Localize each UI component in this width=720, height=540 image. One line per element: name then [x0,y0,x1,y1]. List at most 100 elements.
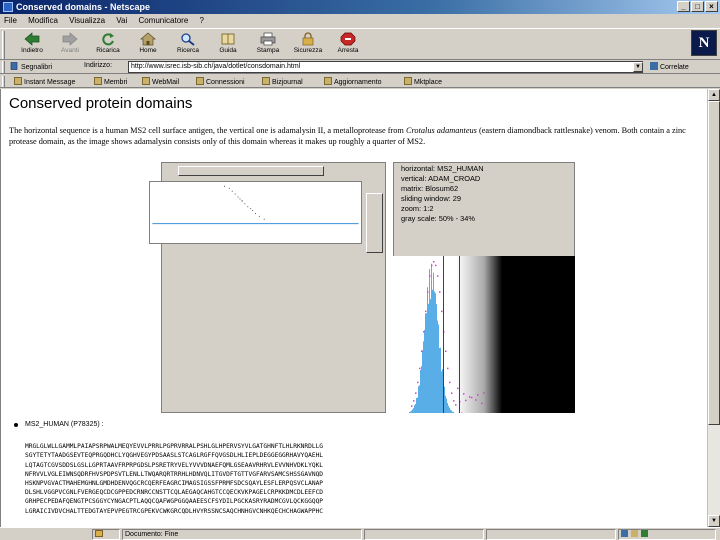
scroll-down-button[interactable]: ▼ [708,515,720,527]
menu-vai[interactable]: Vai [116,16,127,25]
dotplot-hscroll-thumb[interactable] [178,166,324,176]
security-indicator[interactable] [92,529,120,540]
fit-dot [435,264,437,267]
back-button[interactable]: Indietro [14,32,50,60]
page-scroll-thumb[interactable] [708,101,720,425]
fit-dot [465,399,467,402]
home-button[interactable]: Home [130,32,166,60]
bookmark-webmail[interactable]: WebMail [142,77,179,86]
navigator-icon [621,530,628,537]
histogram-bar [417,397,418,413]
url-dropdown-button[interactable]: ▼ [633,62,643,72]
stop-label: Arresta [337,47,359,54]
fit-dot [471,396,473,399]
histogram-bar [411,410,412,413]
histogram-bar [429,269,430,413]
bookmark-page-icon [404,77,412,85]
param-zoom: zoom: 1:2 [401,204,434,213]
personal-grip[interactable] [2,76,5,87]
scroll-up-button[interactable]: ▲ [708,89,720,101]
fit-dot [421,350,423,353]
menu-file[interactable]: File [4,16,17,25]
status-lock-icon [95,530,103,537]
dotplot-vertical-scrollbar[interactable] [364,179,385,412]
histogram-bar [435,293,436,413]
bookmark-aggiornamento[interactable]: Aggiornamento [324,77,381,86]
url-input[interactable]: http://www.isrec.isb-sib.ch/java/dotlet/… [128,61,643,73]
component-bar[interactable] [618,529,716,540]
bookmark-connessioni[interactable]: Connessioni [196,77,245,86]
stop-button[interactable]: Arresta [330,32,366,60]
histogram-bar [431,263,432,413]
menu-comunicatore[interactable]: Comunicatore [138,16,188,25]
histogram-bar [422,350,423,413]
reload-icon [102,33,114,46]
histogram-bar [450,409,451,413]
histogram-bar [421,366,422,413]
histogram-bar [441,371,442,413]
histogram-bar [428,303,429,413]
histogram-bar [436,304,437,413]
sequence-line: GRHPECPEDAFQENGTPCSGGYCYNGACPTLAQQCQAFWG… [25,498,324,506]
score-histogram[interactable] [393,256,575,413]
lock-icon [302,32,314,46]
bookmark-bizjournal[interactable]: Bizjournal [262,77,303,86]
sequence-line: LQTAGTCGVSDDSLGSLLGPRTAAVFRPRPGDSLPSRETR… [25,461,324,469]
toolbar-grip[interactable] [2,31,5,59]
security-button[interactable]: Sicurezza [290,32,326,60]
histogram-bar [439,347,440,413]
related-label: Correlate [659,64,689,71]
print-button[interactable]: Stampa [250,32,286,60]
window-title-bar[interactable]: Conserved domains - Netscape _ □ × [0,0,720,14]
back-label: Indietro [21,47,43,54]
search-button[interactable]: Ricerca [170,32,206,60]
gray-scale-high-marker[interactable] [459,256,460,413]
histogram-bar [420,370,421,413]
dotplot-canvas[interactable] [149,181,362,244]
forward-arrow-icon [62,32,78,46]
close-button[interactable]: × [705,1,718,12]
menu-help[interactable]: ? [200,16,204,25]
menu-visualizza[interactable]: Visualizza [69,16,105,25]
histogram-bar [433,272,434,413]
dotplot-horizontal-scrollbar[interactable] [164,165,385,177]
histogram-bar [444,386,445,413]
dotplot-vscroll-thumb[interactable] [366,193,383,253]
histogram-bar [423,341,424,413]
histogram-bar [430,299,431,413]
related-icon [650,62,658,70]
histogram-bar [453,411,454,413]
bookmark-membri[interactable]: Membri [94,77,127,86]
bookmark-mktplace[interactable]: Mktplace [404,77,442,86]
bookmark-label: Aggiornamento [334,79,382,86]
guide-button[interactable]: Guida [210,32,246,60]
bookmark-page-icon [14,77,22,85]
list-bullet [14,423,18,427]
maximize-button[interactable]: □ [691,1,704,12]
page-vertical-scrollbar[interactable]: ▲ ▼ [707,89,720,527]
histogram-bar [424,329,425,413]
gray-scale-low-marker[interactable] [443,256,444,413]
minimize-button[interactable]: _ [677,1,690,12]
netscape-throbber-logo[interactable]: N [691,30,717,56]
fit-dot [449,381,451,384]
menu-bar: File Modifica Visualizza Vai Comunicator… [0,14,720,27]
bookmark-label: Membri [104,79,128,86]
forward-button[interactable]: Avanti [52,32,88,60]
fit-dot [483,392,485,394]
histogram-bar [413,408,414,413]
histogram-bar [427,287,428,413]
related-button[interactable]: Correlate [650,62,689,71]
menu-modifica[interactable]: Modifica [28,16,58,25]
fit-dot [429,275,431,277]
histogram-bar [446,398,447,413]
status-bar: Documento: Fine [0,527,720,540]
search-label: Ricerca [176,47,200,54]
location-grip[interactable] [2,61,5,73]
reload-button[interactable]: Ricarica [90,32,126,60]
bookmarks-button[interactable]: Segnalibri [10,62,52,71]
bookmark-instant-message[interactable]: Instant Message [14,77,75,86]
bookmark-page-icon [142,77,150,85]
bookmarks-label: Segnalibri [20,64,53,71]
histogram-bar [451,410,452,413]
